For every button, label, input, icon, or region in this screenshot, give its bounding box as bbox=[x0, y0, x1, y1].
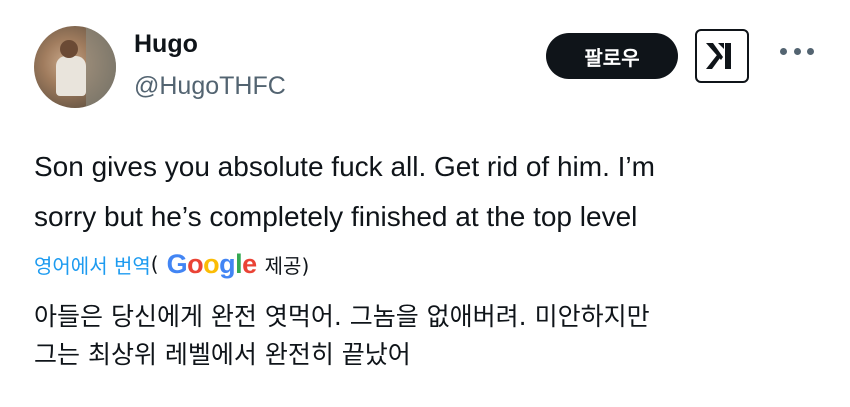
more-dot bbox=[780, 47, 787, 55]
avatar-background bbox=[86, 26, 116, 108]
user-name[interactable]: Hugo bbox=[134, 30, 198, 59]
translated-text: 아들은 당신에게 완전 엿먹어. 그놈을 없애버려. 미안하지만 그는 최상위 … bbox=[34, 298, 824, 374]
tweet-text: Son gives you absolute fuck all. Get rid… bbox=[34, 142, 824, 242]
tweet-line: Son gives you absolute fuck all. Get rid… bbox=[34, 151, 655, 182]
avatar[interactable] bbox=[34, 26, 116, 108]
google-logo-letter: G bbox=[166, 248, 188, 279]
translation-attribution: 영어에서 번역 ( Google 제공) bbox=[34, 244, 309, 284]
google-logo-letter: o bbox=[187, 248, 204, 279]
tweet-line: sorry but he’s completely finished at th… bbox=[34, 201, 638, 232]
translate-link[interactable]: 영어에서 번역 bbox=[34, 250, 151, 279]
google-logo-letter: o bbox=[203, 248, 220, 279]
x-logo-glyph bbox=[706, 43, 731, 69]
translated-line: 아들은 당신에게 완전 엿먹어. 그놈을 없애버려. 미안하지만 bbox=[34, 302, 650, 331]
follow-button[interactable]: 팔로우 bbox=[546, 33, 678, 79]
more-icon[interactable] bbox=[780, 44, 814, 58]
open-paren: ( bbox=[150, 252, 159, 276]
more-dot bbox=[807, 47, 814, 55]
avatar-figure-body bbox=[56, 56, 86, 96]
x-logo-icon[interactable] bbox=[695, 29, 749, 83]
google-logo: Google bbox=[166, 248, 258, 280]
google-logo-letter: g bbox=[219, 248, 236, 279]
google-logo-letter: e bbox=[242, 248, 257, 279]
user-handle[interactable]: @HugoTHFC bbox=[134, 72, 286, 101]
provide-label: 제공) bbox=[264, 253, 310, 278]
translated-line: 그는 최상위 레벨에서 완전히 끝났어 bbox=[34, 340, 411, 369]
avatar-figure-head bbox=[60, 40, 78, 58]
more-dot bbox=[793, 47, 801, 55]
